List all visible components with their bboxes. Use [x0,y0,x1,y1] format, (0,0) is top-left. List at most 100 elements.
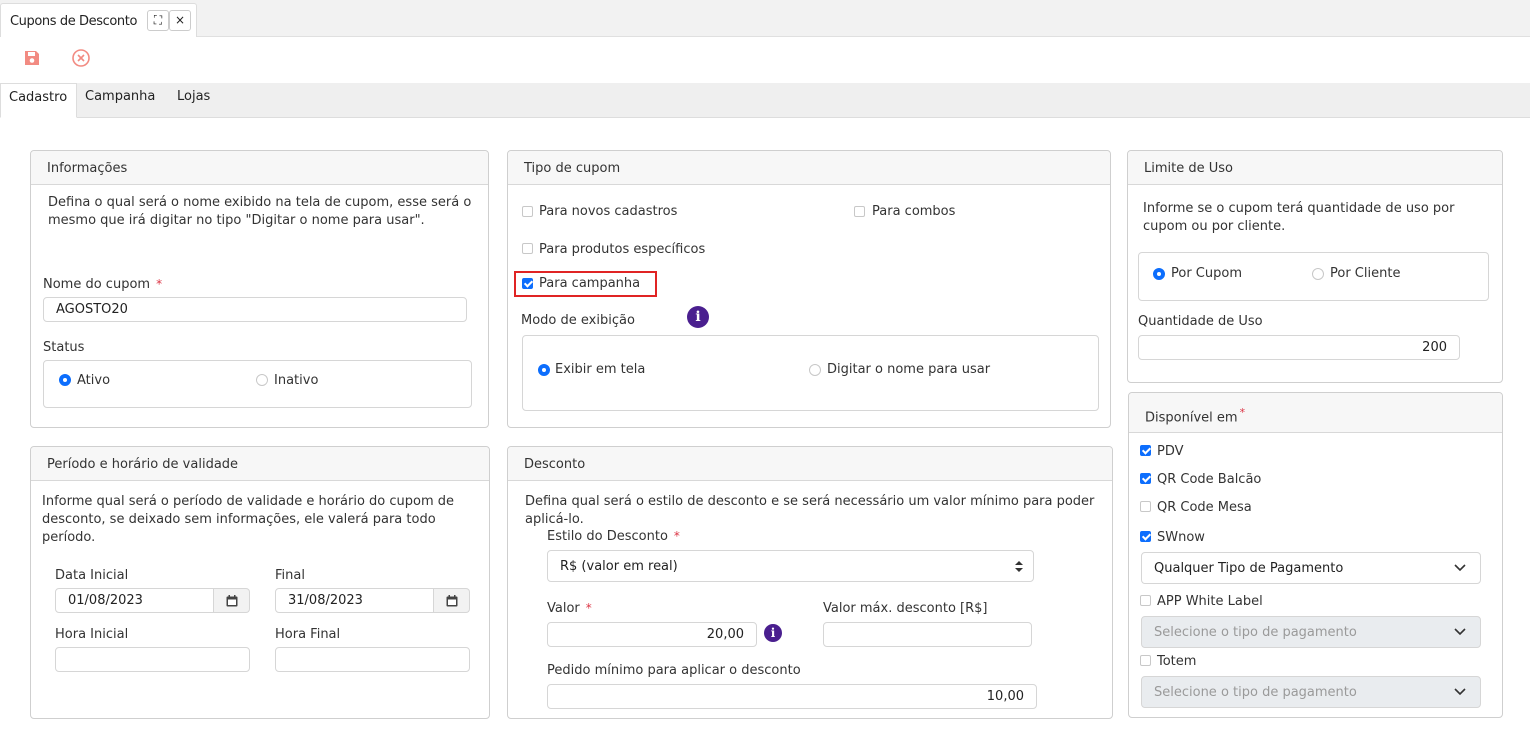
calendar-icon [446,595,458,607]
radio-ativo[interactable] [59,374,71,386]
hora-inicial-label: Hora Inicial [55,627,129,642]
document-tabstrip: Cupons de Desconto ⛶ × [0,0,1530,37]
checkbox-qr-balcao[interactable] [1140,473,1151,484]
hora-inicial-input[interactable] [55,647,250,672]
estilo-desconto-value: R$ (valor em real) [560,559,678,574]
calendar-button-final[interactable] [434,588,470,613]
radio-digitar-nome-label: Digitar o nome para usar [827,362,991,377]
pedido-minimo-input[interactable]: 10,00 [547,684,1037,709]
checkbox-app-white-label-label: APP White Label [1157,594,1263,609]
checkbox-qr-balcao-label: QR Code Balcão [1157,472,1262,487]
panel-title: Disponível em * [1129,393,1502,433]
quantidade-uso-label: Quantidade de Uso [1138,314,1263,329]
coupon-name-input[interactable]: AGOSTO20 [43,297,467,322]
checkbox-pdv-label: PDV [1157,444,1184,459]
checkbox-combos[interactable] [854,206,865,217]
expand-icon[interactable]: ⛶ [147,10,169,31]
panel-title: Informações [31,151,488,185]
select-updown-icon [1015,561,1023,572]
estilo-desconto-select[interactable]: R$ (valor em real) [547,550,1034,582]
data-inicial-input[interactable]: 01/08/2023 [55,588,214,613]
panel-title: Limite de Uso [1128,151,1502,185]
info-icon[interactable]: i [687,306,709,328]
panel-title: Tipo de cupom [508,151,1110,185]
radio-inativo-label: Inativo [274,373,319,388]
checkbox-totem[interactable] [1140,655,1151,666]
chevron-down-icon [1454,564,1466,572]
checkbox-pdv[interactable] [1140,445,1151,456]
valor-max-label: Valor máx. desconto [R$] [823,601,988,616]
panel-informacoes: Informações Defina o qual será o nome ex… [30,150,489,428]
tab-lojas[interactable]: Lojas [177,83,210,118]
calendar-button-inicial[interactable] [214,588,250,613]
panel-desconto: Desconto Defina qual será o estilo de de… [507,446,1113,719]
calendar-icon [226,595,238,607]
limite-uso-description: Informe se o cupom terá quantidade de us… [1143,201,1455,234]
pedido-minimo-label: Pedido mínimo para aplicar o desconto [547,663,801,678]
app-payment-select[interactable]: Selecione o tipo de pagamento [1141,616,1481,648]
radio-por-cliente-label: Por Cliente [1330,266,1401,281]
totem-payment-select[interactable]: Selecione o tipo de pagamento [1141,676,1481,708]
chevron-down-icon [1454,688,1466,696]
radio-por-cupom-label: Por Cupom [1171,266,1242,281]
periodo-description: Informe qual será o período de validade … [42,494,455,545]
hora-final-input[interactable] [275,647,470,672]
quantidade-uso-input[interactable]: 200 [1138,335,1460,360]
checkbox-produtos-especificos-label: Para produtos específicos [539,242,706,257]
document-tab[interactable]: Cupons de Desconto ⛶ × [0,3,197,37]
chevron-down-icon [1454,628,1466,636]
hora-final-label: Hora Final [275,627,341,642]
save-icon[interactable] [22,48,42,68]
checkbox-novos-cadastros[interactable] [522,206,533,217]
checkbox-app-white-label[interactable] [1140,595,1151,606]
valor-input[interactable]: 20,00 [547,622,757,647]
panel-title: Período e horário de validade [31,447,489,481]
checkbox-campanha[interactable] [522,278,533,289]
checkbox-swnow-label: SWnow [1157,530,1205,545]
tab-cadastro[interactable]: Cadastro [0,83,77,118]
radio-por-cliente[interactable] [1312,268,1324,280]
desconto-description: Defina qual será o estilo de desconto e … [525,494,1095,527]
subtabs: Cadastro Campanha Lojas [0,83,1530,118]
checkbox-campanha-label: Para campanha [539,276,641,291]
swnow-payment-value: Qualquer Tipo de Pagamento [1154,561,1344,576]
limite-radio-group: Por Cupom Por Cliente [1138,252,1489,301]
valor-label: Valor * [547,601,592,616]
panel-periodo: Período e horário de validade Informe qu… [30,446,490,719]
info-icon[interactable]: i [764,624,782,642]
modo-exibicao-label: Modo de exibição [521,313,635,328]
radio-exibir-em-tela[interactable] [538,364,550,376]
modo-radio-group: Exibir em tela Digitar o nome para usar [522,335,1099,411]
app-payment-placeholder: Selecione o tipo de pagamento [1154,625,1357,640]
panel-limite-uso: Limite de Uso Informe se o cupom terá qu… [1127,150,1503,383]
radio-por-cupom[interactable] [1153,268,1165,280]
radio-exibir-em-tela-label: Exibir em tela [555,362,646,377]
checkbox-produtos-especificos[interactable] [522,243,533,254]
cancel-circle-icon[interactable] [71,48,91,68]
swnow-payment-select[interactable]: Qualquer Tipo de Pagamento [1141,552,1481,584]
radio-digitar-nome[interactable] [809,364,821,376]
status-label: Status [43,340,85,355]
radio-ativo-label: Ativo [77,373,111,388]
valor-max-input[interactable] [823,622,1032,647]
panel-disponivel: Disponível em * PDV QR Code Balcão QR Cod… [1128,392,1503,718]
toolbar [0,37,1530,83]
checkbox-totem-label: Totem [1157,654,1197,669]
estilo-desconto-label: Estilo do Desconto * [547,529,680,544]
checkbox-qr-mesa-label: QR Code Mesa [1157,500,1252,515]
data-final-input[interactable]: 31/08/2023 [275,588,434,613]
data-final-label: Final [275,568,305,583]
checkbox-qr-mesa[interactable] [1140,501,1151,512]
panel-title: Desconto [508,447,1112,481]
close-icon[interactable]: × [169,10,191,31]
coupon-name-label: Nome do cupom * [43,277,163,292]
status-radio-group: Ativo Inativo [43,360,472,408]
data-inicial-label: Data Inicial [55,568,129,583]
checkbox-combos-label: Para combos [872,204,956,219]
checkbox-novos-cadastros-label: Para novos cadastros [539,204,678,219]
totem-payment-placeholder: Selecione o tipo de pagamento [1154,685,1357,700]
checkbox-swnow[interactable] [1140,531,1151,542]
radio-inativo[interactable] [256,374,268,386]
document-tab-title: Cupons de Desconto [10,14,138,29]
tab-campanha[interactable]: Campanha [85,83,155,118]
